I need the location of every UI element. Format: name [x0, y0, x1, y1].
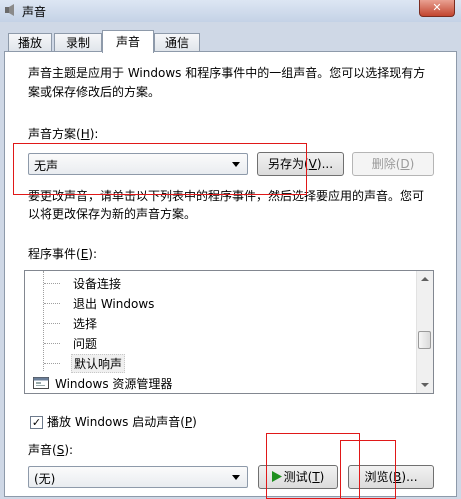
- tree-connector: [43, 271, 44, 371]
- description-line-1: 声音主题是应用于 Windows 和程序事件中的一组声音。您可以选择现有方: [28, 66, 426, 80]
- list-group-explorer[interactable]: Windows 资源管理器: [55, 375, 172, 392]
- program-events-label: 程序事件(E):: [28, 247, 98, 261]
- explorer-window-icon: [33, 377, 49, 389]
- title-bar: 声音 ✕: [0, 0, 461, 22]
- tab-sounds[interactable]: 声音: [102, 30, 154, 53]
- play-icon: [271, 471, 282, 482]
- chevron-down-icon: [232, 475, 240, 480]
- save-as-button[interactable]: 另存为(V)...: [257, 152, 344, 176]
- tree-branch: [44, 343, 60, 344]
- list-item[interactable]: 选择: [73, 315, 97, 332]
- list-scrollbar[interactable]: [416, 271, 433, 393]
- scroll-up-icon[interactable]: [421, 277, 429, 281]
- instructions-line-2: 以将更改保存为新的声音方案。: [28, 207, 197, 221]
- sound-scheme-dropdown[interactable]: 无声: [28, 153, 248, 175]
- list-item[interactable]: 问题: [73, 335, 97, 352]
- tree-branch: [44, 363, 60, 364]
- tab-recording[interactable]: 录制: [54, 33, 102, 52]
- browse-button[interactable]: 浏览(B)...: [348, 465, 434, 489]
- list-item[interactable]: 退出 Windows: [73, 295, 154, 312]
- sound-file-dropdown[interactable]: (无): [28, 466, 248, 488]
- list-item-selected[interactable]: 默认响声: [71, 354, 126, 373]
- speaker-icon: [5, 4, 14, 16]
- chevron-down-icon: [232, 162, 240, 167]
- close-button[interactable]: ✕: [419, 0, 455, 17]
- scroll-thumb[interactable]: [418, 331, 431, 349]
- tree-branch: [44, 283, 60, 284]
- scroll-down-icon[interactable]: [421, 383, 429, 387]
- program-events-list[interactable]: 设备连接 退出 Windows 选择 问题 默认响声 Windows 资源管理器: [24, 270, 434, 394]
- play-startup-sound-label: 播放 Windows 启动声音(P): [47, 415, 197, 429]
- list-item[interactable]: 设备连接: [73, 275, 121, 292]
- window-title: 声音: [22, 5, 47, 19]
- tree-branch: [44, 323, 60, 324]
- sound-scheme-label: 声音方案(H):: [28, 127, 99, 141]
- play-startup-sound-checkbox[interactable]: ✓: [30, 416, 43, 429]
- description-line-2: 案或保存修改后的方案。: [28, 85, 161, 99]
- tab-playback[interactable]: 播放: [8, 33, 52, 52]
- sound-label: 声音(S):: [28, 443, 74, 457]
- sound-file-value: (无): [34, 472, 56, 486]
- delete-button[interactable]: 删除(D): [352, 152, 434, 176]
- tree-branch: [44, 303, 60, 304]
- tab-communications[interactable]: 通信: [154, 33, 200, 52]
- sound-scheme-value: 无声: [34, 159, 59, 173]
- instructions-line-1: 要更改声音，请单击以下列表中的程序事件，然后选择要应用的声音。您可: [28, 189, 425, 203]
- test-button[interactable]: 测试(T): [258, 465, 338, 489]
